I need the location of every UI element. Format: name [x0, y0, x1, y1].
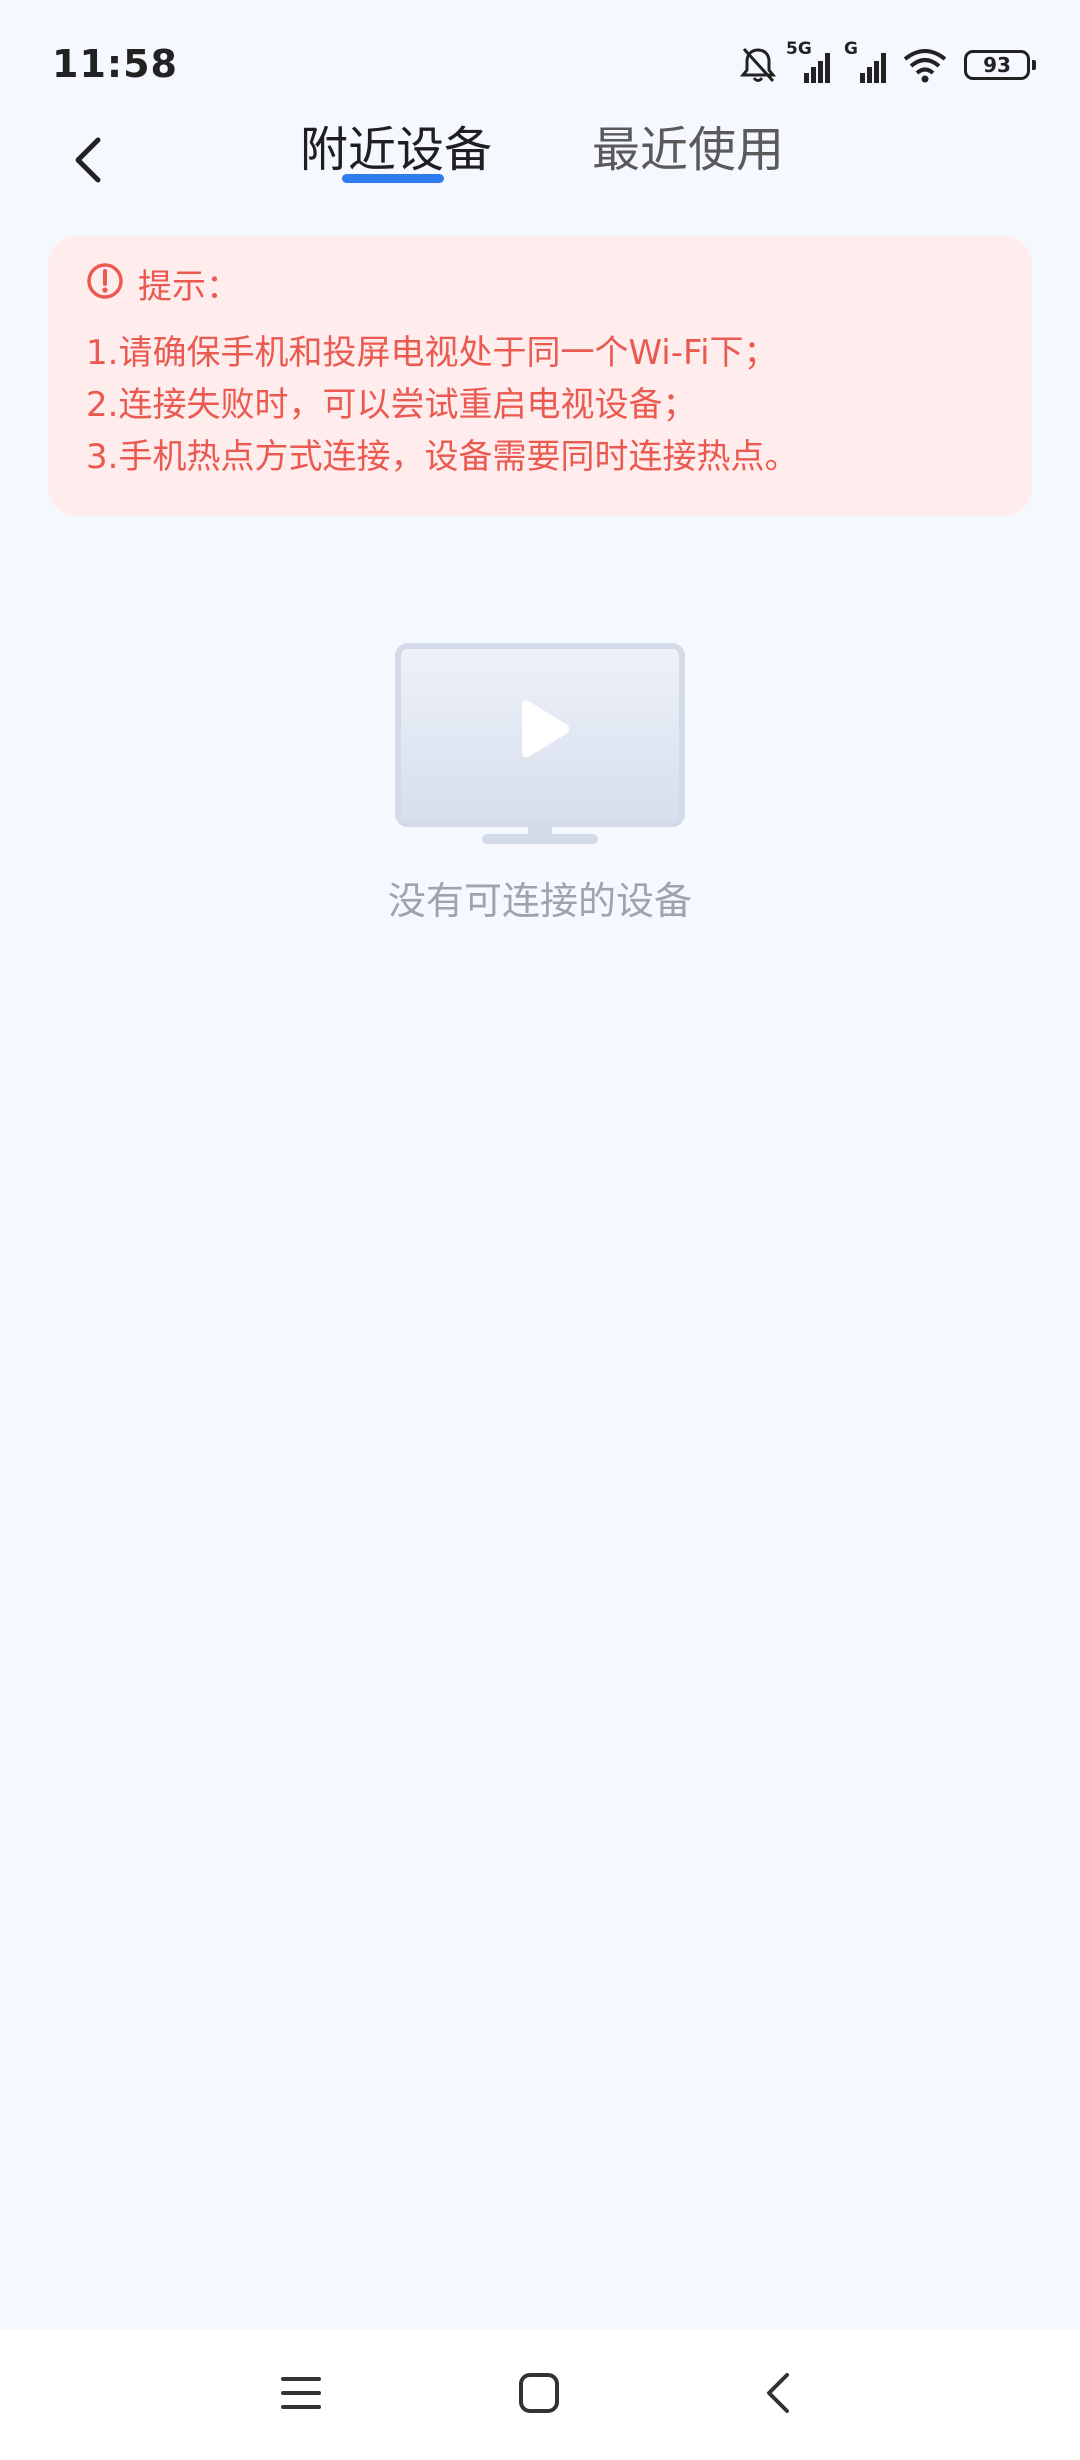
wifi-icon — [902, 47, 948, 83]
header: 附近设备 最近使用 — [0, 110, 1080, 220]
home-square-icon — [517, 2371, 561, 2419]
nav-home-button[interactable] — [504, 2360, 574, 2430]
nav-back-button[interactable] — [744, 2360, 814, 2430]
tips-line: 1.请确保手机和投屏电视处于同一个Wi-Fi下； — [86, 333, 778, 373]
status-icons: 5G G 93 — [740, 39, 1036, 86]
tips-title-row: 提示： — [86, 262, 994, 311]
chevron-left-icon — [70, 134, 106, 190]
battery-icon: 93 — [964, 50, 1036, 80]
empty-message: 没有可连接的设备 — [387, 879, 692, 923]
tab-recently-used[interactable]: 最近使用 — [592, 110, 784, 190]
menu-icon — [279, 2373, 323, 2417]
tv-play-icon — [395, 643, 685, 844]
bell-off-icon — [740, 46, 776, 84]
alert-circle-icon — [86, 262, 124, 311]
status-bar: 11:58 5G G 93 — [0, 0, 1080, 110]
tips-card: 提示： 1.请确保手机和投屏电视处于同一个Wi-Fi下； 2.连接失败时，可以尝… — [48, 236, 1032, 516]
status-time: 11:58 — [52, 42, 178, 86]
back-button[interactable] — [62, 122, 114, 202]
tips-line: 3.手机热点方式连接，设备需要同时连接热点。 — [86, 437, 799, 477]
signal-5g-icon: 5G — [786, 39, 834, 83]
tips-title: 提示： — [138, 266, 240, 307]
tips-list: 1.请确保手机和投屏电视处于同一个Wi-Fi下； 2.连接失败时，可以尝试重启电… — [86, 327, 994, 483]
back-chevron-icon — [763, 2371, 795, 2419]
system-nav-bar — [0, 2330, 1080, 2460]
battery-level: 93 — [983, 53, 1011, 77]
nav-menu-button[interactable] — [266, 2360, 336, 2430]
tab-active-indicator — [342, 174, 444, 183]
signal-g-icon: G — [844, 39, 892, 83]
tips-line: 2.连接失败时，可以尝试重启电视设备； — [86, 385, 697, 425]
empty-state: 没有可连接的设备 — [0, 640, 1080, 925]
